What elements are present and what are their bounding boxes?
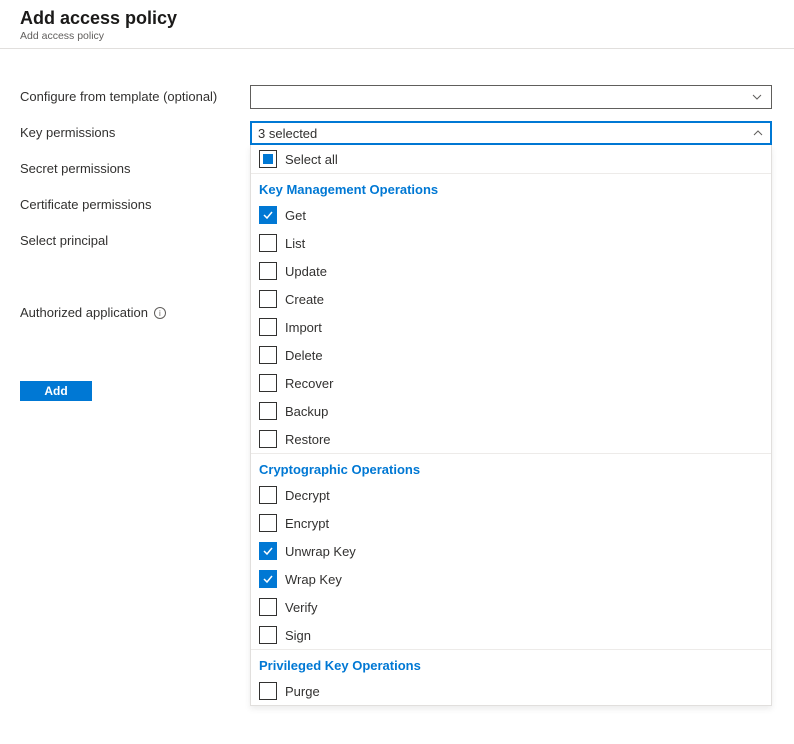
checkbox-purge[interactable] — [259, 682, 277, 700]
checkbox-select-all[interactable] — [259, 150, 277, 168]
page-title: Add access policy — [20, 8, 774, 29]
spacer — [20, 265, 250, 301]
authorized-app-text: Authorized application — [20, 305, 148, 320]
label-secret-permissions: Secret permissions — [20, 157, 250, 193]
label-key-permissions: Key permissions — [20, 121, 250, 157]
checkbox-update[interactable] — [259, 262, 277, 280]
option-label-select-all: Select all — [285, 152, 338, 167]
checkbox-wrap[interactable] — [259, 570, 277, 588]
option-label-create: Create — [285, 292, 324, 307]
checkbox-restore[interactable] — [259, 430, 277, 448]
option-select-all[interactable]: Select all — [251, 145, 771, 173]
controls-column: 3 selected Select all Key Management Ope… — [250, 85, 774, 706]
chevron-down-icon — [751, 91, 763, 103]
group-key-management: Key Management Operations — [251, 173, 771, 201]
key-permissions-dropdown: Select all Key Management Operations Get… — [250, 145, 772, 706]
checkbox-create[interactable] — [259, 290, 277, 308]
option-label-verify: Verify — [285, 600, 318, 615]
option-sign[interactable]: Sign — [251, 621, 771, 649]
label-column: Configure from template (optional) Key p… — [20, 85, 250, 401]
checkbox-encrypt[interactable] — [259, 514, 277, 532]
option-update[interactable]: Update — [251, 257, 771, 285]
option-label-unwrap: Unwrap Key — [285, 544, 356, 559]
option-label-encrypt: Encrypt — [285, 516, 329, 531]
option-get[interactable]: Get — [251, 201, 771, 229]
content: Configure from template (optional) Key p… — [0, 49, 794, 726]
option-purge[interactable]: Purge — [251, 677, 771, 705]
option-label-list: List — [285, 236, 305, 251]
info-icon[interactable]: i — [154, 307, 166, 319]
add-button[interactable]: Add — [20, 381, 92, 401]
option-decrypt[interactable]: Decrypt — [251, 481, 771, 509]
checkbox-recover[interactable] — [259, 374, 277, 392]
checkbox-list[interactable] — [259, 234, 277, 252]
option-wrap[interactable]: Wrap Key — [251, 565, 771, 593]
breadcrumb: Add access policy — [20, 30, 774, 42]
option-recover[interactable]: Recover — [251, 369, 771, 397]
page-header: Add access policy Add access policy — [0, 0, 794, 49]
spacer — [20, 337, 250, 373]
option-import[interactable]: Import — [251, 313, 771, 341]
label-certificate-permissions: Certificate permissions — [20, 193, 250, 229]
group-privileged: Privileged Key Operations — [251, 649, 771, 677]
label-select-principal: Select principal — [20, 229, 250, 265]
option-delete[interactable]: Delete — [251, 341, 771, 369]
checkbox-backup[interactable] — [259, 402, 277, 420]
option-list[interactable]: List — [251, 229, 771, 257]
option-unwrap[interactable]: Unwrap Key — [251, 537, 771, 565]
checkbox-sign[interactable] — [259, 626, 277, 644]
checkbox-verify[interactable] — [259, 598, 277, 616]
option-encrypt[interactable]: Encrypt — [251, 509, 771, 537]
label-authorized-application: Authorized application i — [20, 301, 250, 337]
option-backup[interactable]: Backup — [251, 397, 771, 425]
option-restore[interactable]: Restore — [251, 425, 771, 453]
checkbox-get[interactable] — [259, 206, 277, 224]
option-label-backup: Backup — [285, 404, 328, 419]
configure-template-select[interactable] — [250, 85, 772, 109]
option-label-get: Get — [285, 208, 306, 223]
checkbox-decrypt[interactable] — [259, 486, 277, 504]
option-label-decrypt: Decrypt — [285, 488, 330, 503]
checkbox-import[interactable] — [259, 318, 277, 336]
option-label-restore: Restore — [285, 432, 331, 447]
checkbox-unwrap[interactable] — [259, 542, 277, 560]
key-permissions-select[interactable]: 3 selected — [250, 121, 772, 145]
key-permissions-summary: 3 selected — [258, 126, 317, 141]
option-label-wrap: Wrap Key — [285, 572, 342, 587]
option-create[interactable]: Create — [251, 285, 771, 313]
option-label-sign: Sign — [285, 628, 311, 643]
chevron-up-icon — [752, 127, 764, 139]
option-label-recover: Recover — [285, 376, 333, 391]
group-cryptographic: Cryptographic Operations — [251, 453, 771, 481]
option-label-import: Import — [285, 320, 322, 335]
label-configure-template: Configure from template (optional) — [20, 85, 250, 121]
option-label-purge: Purge — [285, 684, 320, 699]
option-verify[interactable]: Verify — [251, 593, 771, 621]
checkbox-delete[interactable] — [259, 346, 277, 364]
option-label-update: Update — [285, 264, 327, 279]
option-label-delete: Delete — [285, 348, 323, 363]
